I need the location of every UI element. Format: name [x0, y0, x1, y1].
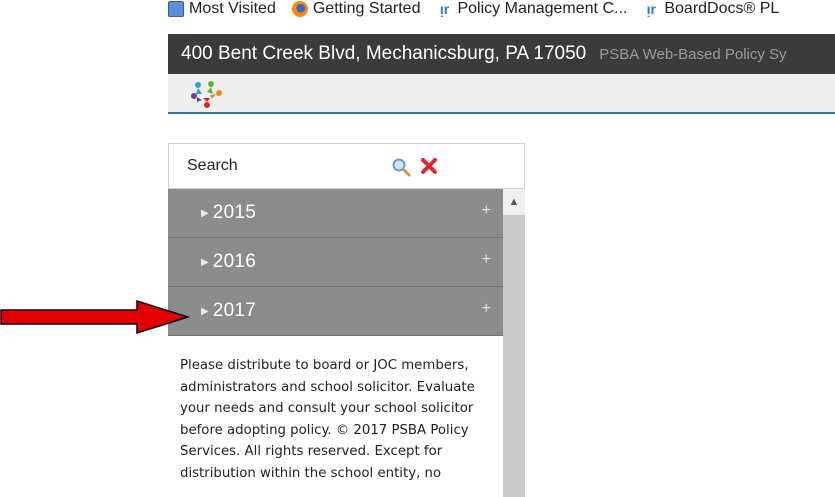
year-item-2015[interactable]: ▶ 2015 +	[168, 189, 503, 238]
bookmark-getting-started[interactable]: Getting Started	[291, 0, 421, 18]
expand-plus-icon[interactable]: +	[482, 300, 491, 318]
expand-triangle-icon: ▶	[201, 256, 209, 268]
system-name: PSBA Web-Based Policy Sy	[599, 45, 787, 63]
firefox-icon	[291, 1, 308, 17]
red-arrow-annotation	[0, 299, 190, 335]
year-item-2016[interactable]: ▶ 2016 +	[168, 238, 503, 287]
sidebar-scrollbar[interactable]: ▲	[503, 189, 525, 497]
boarddocs-icon: ᴉr	[439, 1, 450, 17]
bookmark-boarddocs[interactable]: ᴉr BoardDocs® PL	[643, 0, 780, 18]
logo-bar	[168, 74, 835, 114]
most-visited-icon	[168, 1, 184, 17]
boarddocs-icon: ᴉr	[646, 1, 657, 17]
search-label: Search	[187, 157, 238, 174]
search-box[interactable]: Search	[168, 143, 525, 189]
bookmark-label: Getting Started	[312, 0, 421, 17]
bookmark-label: Most Visited	[189, 0, 276, 17]
scroll-up-arrow-icon[interactable]: ▲	[503, 189, 525, 215]
bookmark-policy-management[interactable]: ᴉr Policy Management C...	[436, 0, 628, 18]
bookmark-label: Policy Management C...	[457, 0, 628, 17]
bookmark-most-visited[interactable]: Most Visited	[168, 0, 276, 18]
expand-triangle-icon: ▶	[201, 305, 209, 317]
clear-search-icon[interactable]	[419, 156, 439, 176]
policy-sidebar: ▶ 2015 + ▶ 2016 + ▶ 2017 + Please distri…	[168, 189, 525, 497]
year-label: 2016	[212, 251, 257, 272]
expand-plus-icon[interactable]: +	[482, 251, 491, 269]
psba-logo-icon[interactable]	[186, 80, 228, 110]
bookmark-label: BoardDocs® PL	[664, 0, 780, 17]
bookmarks-bar: Most Visited Getting Started ᴉr Policy M…	[168, 0, 835, 24]
year-item-2017[interactable]: ▶ 2017 +	[168, 287, 503, 336]
site-header: 400 Bent Creek Blvd, Mechanicsburg, PA 1…	[168, 34, 835, 74]
year-label: 2015	[212, 202, 257, 223]
organization-address: 400 Bent Creek Blvd, Mechanicsburg, PA 1…	[181, 43, 587, 64]
expand-plus-icon[interactable]: +	[482, 202, 491, 220]
disclaimer-text: Please distribute to board or JOC member…	[180, 358, 475, 481]
expand-triangle-icon: ▶	[201, 207, 209, 219]
search-icon[interactable]	[391, 157, 411, 177]
year-label: 2017	[212, 300, 257, 321]
